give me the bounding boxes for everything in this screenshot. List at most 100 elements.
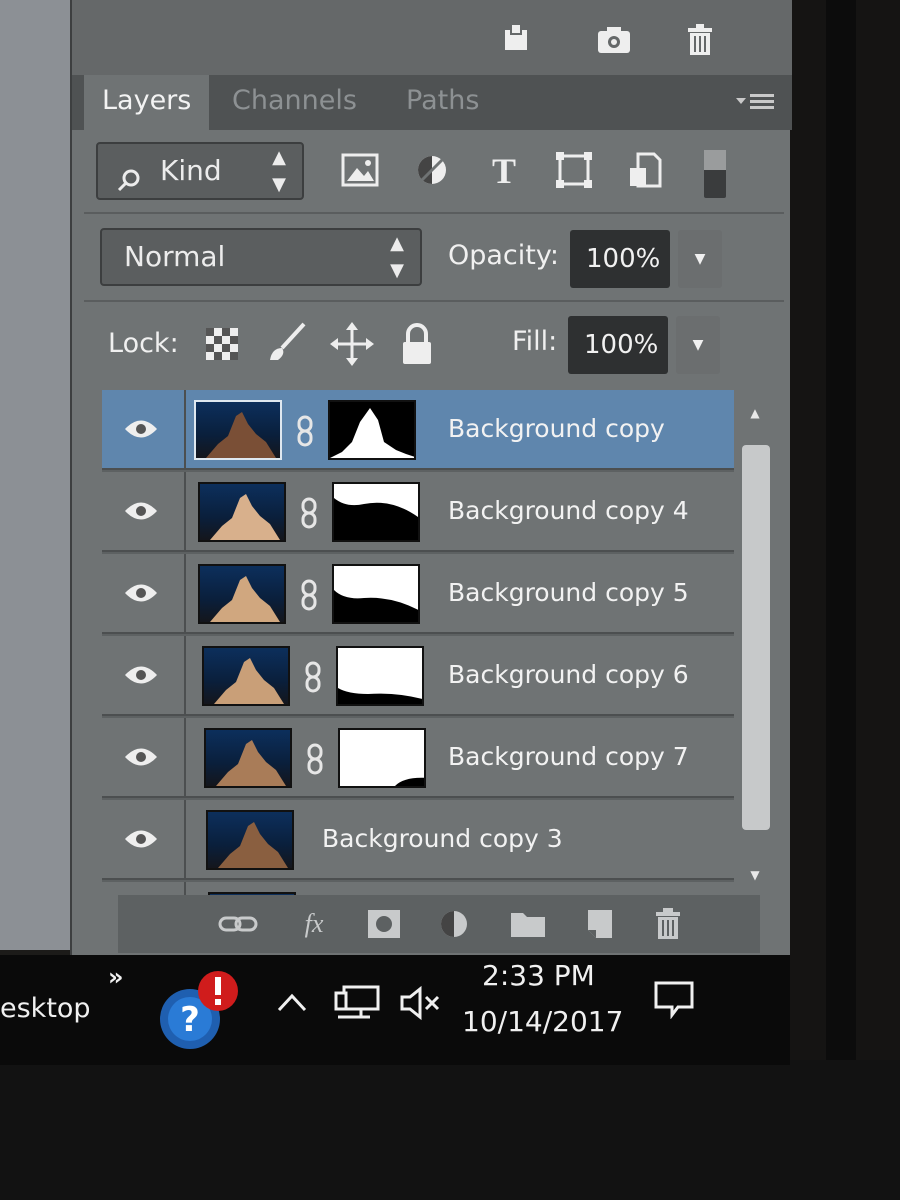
search-icon (116, 158, 142, 192)
layer-row[interactable]: Background copy 3 (102, 800, 742, 880)
lock-transparent-icon[interactable] (204, 326, 240, 362)
visibility-toggle[interactable] (102, 718, 186, 796)
layers-list: Background copy Background copy 4 Backgr… (102, 390, 742, 895)
adjustment-filter-icon[interactable] (410, 150, 454, 190)
layer-row[interactable]: Background copy 6 (102, 636, 742, 716)
monitor-bezel-edge (826, 0, 856, 1080)
chevron-up-icon[interactable] (276, 991, 308, 1013)
network-icon[interactable] (334, 983, 382, 1023)
tab-channels[interactable]: Channels (214, 75, 375, 130)
layer-thumbnail[interactable] (198, 564, 286, 624)
windows-taskbar: esktop » ? 2:33 PM 10/14/2017 (0, 955, 790, 1065)
layer-name: Background copy 7 (448, 742, 689, 771)
camera-icon[interactable] (594, 20, 634, 60)
layers-scrollbar[interactable]: ▲ ▼ (734, 390, 774, 895)
layer-row[interactable]: Background copy 4 (102, 472, 742, 552)
layer-row[interactable]: Background copy 5 (102, 554, 742, 634)
link-layers-icon[interactable] (218, 907, 258, 941)
adjustment-layer-icon[interactable] (436, 907, 476, 941)
visibility-toggle[interactable] (102, 882, 186, 895)
new-layer-group-icon[interactable] (497, 20, 537, 60)
panel-top-toolbar (72, 0, 792, 75)
lock-paint-icon[interactable] (264, 322, 308, 364)
fill-dropdown-button[interactable]: ▼ (676, 316, 720, 374)
type-filter-icon[interactable]: T (482, 150, 526, 191)
link-chain-icon[interactable] (300, 579, 318, 611)
blend-mode-dropdown[interactable]: Normal ▲ ▼ (100, 228, 422, 286)
panel-tab-bar: Layers Channels Paths (72, 75, 792, 130)
monitor-bezel-bottom (0, 1060, 900, 1200)
layer-thumbnail[interactable] (198, 482, 286, 542)
updown-arrows-icon: ▲ ▼ (390, 233, 404, 281)
add-mask-icon[interactable] (364, 907, 404, 941)
tab-layers[interactable]: Layers (84, 75, 210, 130)
layer-mask-thumbnail[interactable] (336, 646, 424, 706)
svg-text:T: T (492, 151, 516, 190)
fx-icon[interactable]: fx (294, 907, 334, 941)
filter-toggle-icon[interactable] (704, 150, 726, 198)
fill-input[interactable]: 100% (568, 316, 668, 374)
desktop-toolbar-label[interactable]: esktop (0, 993, 91, 1024)
clock-time[interactable]: 2:33 PM (482, 959, 595, 992)
opacity-label: Opacity: (448, 240, 559, 271)
scroll-down-icon[interactable]: ▼ (746, 869, 764, 881)
panel-menu-icon[interactable] (732, 90, 780, 114)
divider (84, 300, 784, 302)
lock-label: Lock: (108, 328, 179, 359)
visibility-toggle[interactable] (102, 472, 186, 550)
layer-mask-thumbnail[interactable] (328, 400, 416, 460)
layer-row[interactable] (102, 882, 742, 895)
visibility-toggle[interactable] (102, 636, 186, 714)
scroll-up-icon[interactable]: ▲ (746, 407, 764, 419)
layer-thumbnail[interactable] (202, 646, 290, 706)
link-chain-icon[interactable] (306, 743, 324, 775)
eye-icon (125, 420, 157, 438)
shape-filter-icon[interactable] (552, 150, 596, 190)
blend-mode-value: Normal (124, 240, 226, 273)
layer-mask-thumbnail[interactable] (332, 564, 420, 624)
action-center-icon[interactable] (652, 979, 696, 1020)
layer-name: Background copy 3 (322, 824, 563, 853)
eye-icon (125, 748, 157, 766)
group-folder-icon[interactable] (508, 907, 548, 941)
tab-paths[interactable]: Paths (388, 75, 497, 130)
layer-thumbnail[interactable] (204, 728, 292, 788)
layer-name: Background copy 6 (448, 660, 689, 689)
layer-mask-thumbnail[interactable] (338, 728, 426, 788)
help-alert-icon[interactable]: ? (152, 969, 244, 1053)
new-layer-icon[interactable] (580, 907, 620, 941)
smart-object-filter-icon[interactable] (624, 150, 668, 190)
clock-date[interactable]: 10/14/2017 (462, 1005, 623, 1038)
desktop-background (0, 0, 70, 950)
opacity-dropdown-button[interactable]: ▼ (678, 230, 722, 288)
link-chain-icon[interactable] (304, 661, 322, 693)
opacity-input[interactable]: 100% (570, 230, 670, 288)
layer-mask-thumbnail[interactable] (332, 482, 420, 542)
image-filter-icon[interactable] (338, 150, 382, 190)
eye-icon (125, 666, 157, 684)
scrollbar-thumb[interactable] (742, 445, 770, 830)
layer-thumbnail[interactable] (194, 400, 282, 460)
lock-all-icon[interactable] (400, 322, 434, 366)
eye-icon (125, 502, 157, 520)
link-chain-icon[interactable] (296, 415, 314, 447)
volume-muted-icon[interactable] (398, 985, 442, 1021)
layers-bottom-toolbar: fx (118, 895, 760, 953)
layer-thumbnail[interactable] (206, 810, 294, 870)
svg-text:?: ? (180, 1000, 200, 1040)
trash-icon[interactable] (680, 20, 720, 60)
layer-row[interactable]: Background copy (102, 390, 742, 470)
visibility-toggle[interactable] (102, 800, 186, 878)
lock-position-icon[interactable] (330, 322, 374, 366)
visibility-toggle[interactable] (102, 554, 186, 632)
layer-name: Background copy 5 (448, 578, 689, 607)
filter-kind-dropdown[interactable]: Kind ▲ ▼ (96, 142, 304, 200)
layer-name: Background copy (448, 414, 665, 443)
updown-arrows-icon: ▲ ▼ (272, 147, 286, 195)
layer-row[interactable]: Background copy 7 (102, 718, 742, 798)
visibility-toggle[interactable] (102, 390, 186, 468)
delete-layer-icon[interactable] (648, 907, 688, 941)
filter-kind-label: Kind (160, 154, 222, 187)
toolbar-overflow-icon[interactable]: » (108, 963, 124, 991)
link-chain-icon[interactable] (300, 497, 318, 529)
